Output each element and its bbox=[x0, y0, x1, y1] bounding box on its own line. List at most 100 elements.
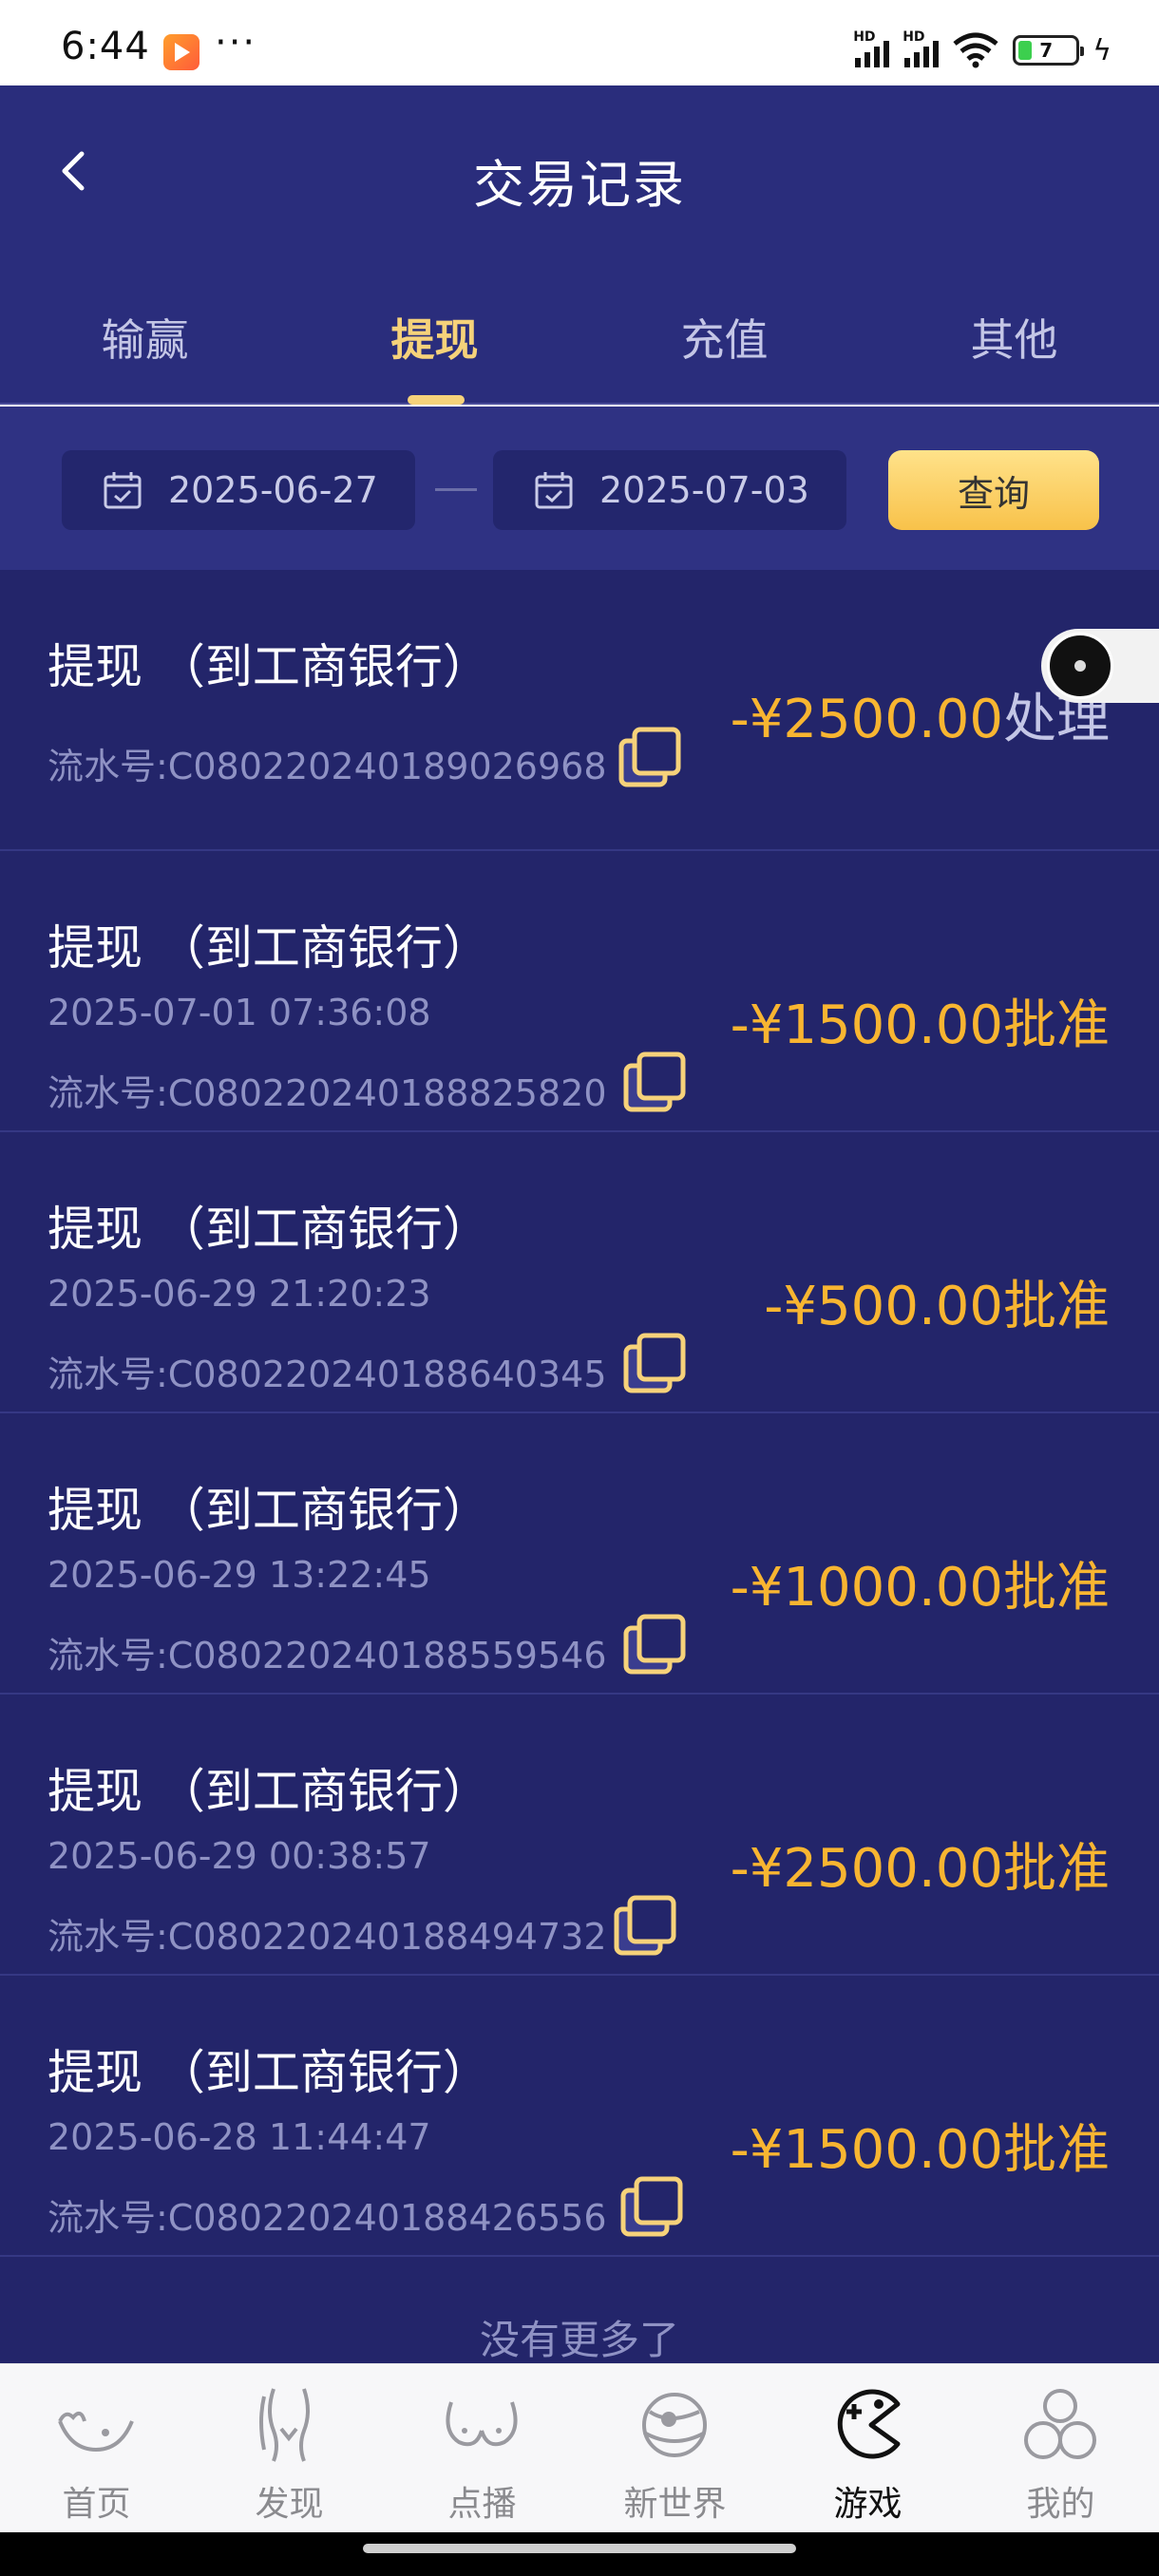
battery-level: 7 bbox=[1039, 39, 1054, 62]
calendar-icon bbox=[104, 472, 142, 509]
list-item[interactable]: 提现 （到工商银行） 2025-06-29 13:22:45 流水号:C0802… bbox=[0, 1413, 1159, 1695]
wifi-icon bbox=[953, 32, 998, 68]
record-amount: -¥1000.00批准 bbox=[731, 1544, 1110, 1621]
amount-value: -¥1500.00 bbox=[730, 2119, 1003, 2181]
game-icon bbox=[837, 2389, 901, 2459]
music-disc-icon bbox=[1047, 633, 1113, 699]
system-home-bar bbox=[0, 2532, 1159, 2576]
transaction-list: 提现 （到工商银行） 流水号:C080220240189026968 -¥250… bbox=[0, 570, 1159, 2363]
tab-withdraw[interactable]: 提现 bbox=[290, 306, 580, 369]
start-date: 2025-06-27 bbox=[168, 469, 378, 511]
amount-value: -¥1000.00 bbox=[730, 1557, 1003, 1619]
tab-other[interactable]: 其他 bbox=[869, 306, 1159, 369]
record-status: 批准 bbox=[1003, 1557, 1110, 1619]
tab-bar: 输赢 提现 充值 其他 bbox=[0, 249, 1159, 405]
amount-value: -¥500.00 bbox=[764, 1276, 1003, 1337]
nav-label: 首页 bbox=[62, 2485, 131, 2524]
record-status: 批准 bbox=[1003, 2119, 1110, 2181]
copy-icon[interactable] bbox=[613, 1894, 679, 1960]
record-amount: -¥1500.00批准 bbox=[731, 982, 1110, 1059]
record-title: 提现 （到工商银行） bbox=[48, 1483, 490, 1538]
nav-label: 新世界 bbox=[623, 2485, 727, 2524]
record-serial: 流水号:C080220240188825820 bbox=[48, 1072, 607, 1114]
record-serial: 流水号:C080220240189026968 bbox=[48, 746, 607, 787]
profile-icon bbox=[1024, 2389, 1096, 2459]
vod-icon bbox=[446, 2401, 518, 2447]
nav-profile[interactable]: 我的 bbox=[964, 2364, 1157, 2533]
charging-icon: ϟ bbox=[1092, 33, 1112, 67]
record-title: 提现 （到工商银行） bbox=[48, 920, 490, 975]
record-title: 提现 （到工商银行） bbox=[48, 2045, 490, 2100]
start-date-picker[interactable]: 2025-06-27 bbox=[62, 450, 415, 530]
more-notifications-icon: ··· bbox=[215, 21, 257, 65]
copy-icon[interactable] bbox=[622, 1051, 689, 1117]
record-status: 批准 bbox=[1003, 1276, 1110, 1337]
no-more-text: 没有更多了 bbox=[479, 2317, 679, 2363]
date-filter: 2025-06-27 2025-07-03 查询 bbox=[0, 407, 1159, 570]
tab-win-loss[interactable]: 输赢 bbox=[0, 306, 290, 369]
copy-icon[interactable] bbox=[619, 2175, 686, 2242]
record-serial: 流水号:C080220240188640345 bbox=[48, 1354, 607, 1395]
record-status: 批准 bbox=[1003, 1838, 1110, 1900]
list-item[interactable]: 提现 （到工商银行） 2025-06-28 11:44:47 流水号:C0802… bbox=[0, 1976, 1159, 2257]
nav-discover[interactable]: 发现 bbox=[193, 2364, 386, 2533]
status-indicators: HD HD 7 ϟ bbox=[853, 29, 1112, 68]
status-bar: 6:44 ··· HD HD 7 ϟ bbox=[0, 0, 1159, 85]
discover-icon bbox=[259, 2388, 310, 2462]
record-serial: 流水号:C080220240188559546 bbox=[48, 1635, 607, 1676]
record-time: 2025-06-28 11:44:47 bbox=[48, 2116, 431, 2158]
new-world-icon bbox=[642, 2393, 707, 2457]
calendar-icon bbox=[535, 472, 573, 509]
copy-icon[interactable] bbox=[622, 1613, 689, 1679]
nav-label: 点播 bbox=[447, 2485, 517, 2524]
bottom-nav: 首页 发现 点播 新世界 游戏 我的 bbox=[0, 2363, 1159, 2532]
list-item[interactable]: 提现 （到工商银行） 2025-06-29 00:38:57 流水号:C0802… bbox=[0, 1695, 1159, 1976]
home-icon bbox=[58, 2411, 134, 2453]
list-item[interactable]: 提现 （到工商银行） 2025-06-29 21:20:23 流水号:C0802… bbox=[0, 1132, 1159, 1413]
header: 交易记录 bbox=[0, 85, 1159, 249]
record-time: 2025-06-29 00:38:57 bbox=[48, 1835, 431, 1877]
app-notification-icon bbox=[163, 34, 200, 70]
record-title: 提现 （到工商银行） bbox=[48, 1764, 490, 1819]
date-range-separator bbox=[435, 488, 477, 491]
copy-icon[interactable] bbox=[618, 726, 684, 792]
page-title: 交易记录 bbox=[473, 155, 686, 215]
record-amount: -¥500.00批准 bbox=[764, 1263, 1110, 1340]
tab-recharge[interactable]: 充值 bbox=[580, 306, 869, 369]
end-date-picker[interactable]: 2025-07-03 bbox=[493, 450, 846, 530]
status-time: 6:44 bbox=[61, 25, 150, 68]
nav-vod[interactable]: 点播 bbox=[386, 2364, 579, 2533]
query-button[interactable]: 查询 bbox=[888, 450, 1099, 530]
nav-new-world[interactable]: 新世界 bbox=[579, 2364, 771, 2533]
battery-icon: 7 bbox=[1013, 35, 1085, 66]
record-serial: 流水号:C080220240188426556 bbox=[48, 2197, 607, 2239]
amount-value: -¥2500.00 bbox=[730, 689, 1003, 750]
record-time: 2025-06-29 13:22:45 bbox=[48, 1554, 431, 1596]
list-item[interactable]: 提现 （到工商银行） 2025-07-01 07:36:08 流水号:C0802… bbox=[0, 851, 1159, 1132]
record-amount: -¥1500.00批准 bbox=[731, 2107, 1110, 2184]
record-amount: -¥2500.00批准 bbox=[731, 1826, 1110, 1903]
amount-value: -¥2500.00 bbox=[730, 1838, 1003, 1900]
list-item[interactable]: 提现 （到工商银行） 流水号:C080220240189026968 -¥250… bbox=[0, 570, 1159, 851]
nav-game[interactable]: 游戏 bbox=[771, 2364, 964, 2533]
end-date: 2025-07-03 bbox=[599, 469, 809, 511]
hd-label: HD bbox=[853, 29, 876, 45]
record-time: 2025-06-29 21:20:23 bbox=[48, 1273, 431, 1315]
record-time: 2025-07-01 07:36:08 bbox=[48, 992, 431, 1033]
copy-icon[interactable] bbox=[622, 1332, 689, 1398]
record-title: 提现 （到工商银行） bbox=[48, 1202, 490, 1257]
home-indicator[interactable] bbox=[363, 2544, 796, 2553]
nav-label: 发现 bbox=[255, 2485, 324, 2524]
amount-value: -¥1500.00 bbox=[730, 994, 1003, 1056]
signal-icon-2: HD bbox=[902, 29, 940, 67]
nav-label: 游戏 bbox=[833, 2485, 902, 2524]
signal-icon: HD bbox=[853, 29, 890, 67]
hd-label-2: HD bbox=[902, 29, 925, 45]
record-status: 批准 bbox=[1003, 994, 1110, 1056]
nav-label: 我的 bbox=[1026, 2485, 1095, 2524]
nav-home[interactable]: 首页 bbox=[0, 2364, 193, 2533]
active-tab-indicator bbox=[408, 395, 465, 405]
floating-music-widget[interactable] bbox=[1041, 629, 1159, 703]
record-title: 提现 （到工商银行） bbox=[48, 639, 490, 694]
record-serial: 流水号:C080220240188494732 bbox=[48, 1916, 607, 1958]
